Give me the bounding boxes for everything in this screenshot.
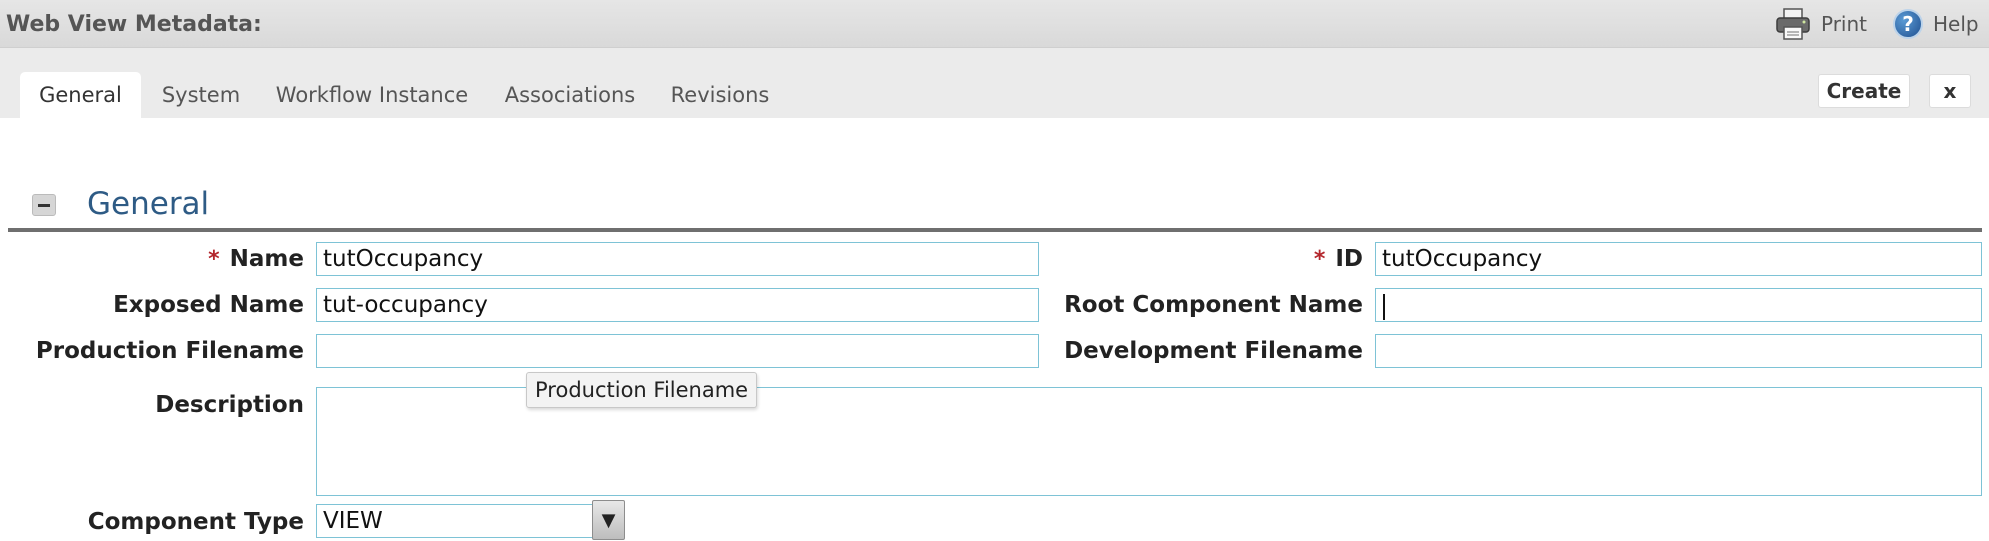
description-label: Description	[155, 392, 304, 418]
root-component-name-label: Root Component Name	[1064, 292, 1363, 318]
help-button[interactable]: ? Help	[1893, 6, 1979, 42]
triangle-down-icon: ▼	[601, 509, 616, 531]
section-title: General	[87, 186, 210, 222]
component-type-label: Component Type	[87, 509, 304, 535]
header-bar: Web View Metadata: Print ? Help	[0, 0, 1989, 48]
exposed-name-input[interactable]	[316, 288, 1039, 322]
id-input[interactable]	[1375, 242, 1982, 276]
root-component-name-input[interactable]	[1375, 288, 1982, 322]
component-type-dropdown-button[interactable]: ▼	[592, 500, 625, 540]
help-label: Help	[1933, 12, 1979, 36]
tab-associations[interactable]: Associations	[498, 72, 642, 118]
print-label: Print	[1821, 12, 1868, 36]
name-label: * Name	[208, 246, 304, 272]
section-collapse-toggle[interactable]	[32, 194, 56, 216]
component-type-select[interactable]: VIEW	[316, 504, 593, 538]
tab-revisions[interactable]: Revisions	[665, 72, 775, 118]
component-type-value: VIEW	[323, 508, 383, 534]
development-filename-label: Development Filename	[1064, 338, 1363, 364]
question-circle-icon: ?	[1893, 9, 1923, 39]
development-filename-input[interactable]	[1375, 334, 1982, 368]
production-filename-label: Production Filename	[35, 338, 304, 364]
id-label: * ID	[1313, 246, 1363, 272]
printer-icon	[1776, 8, 1810, 40]
web-view-metadata-page: Web View Metadata: Print ? Help General	[0, 0, 1989, 541]
create-button[interactable]: Create	[1818, 74, 1910, 108]
section-divider	[8, 228, 1982, 232]
minus-icon	[38, 203, 50, 207]
production-filename-input[interactable]	[316, 334, 1039, 368]
tab-system[interactable]: System	[152, 72, 250, 118]
page-title: Web View Metadata:	[6, 12, 262, 37]
exposed-name-label: Exposed Name	[113, 292, 304, 318]
tab-bar: General System Workflow Instance Associa…	[0, 48, 1989, 118]
tooltip: Production Filename	[526, 372, 758, 408]
tab-workflow-instance[interactable]: Workflow Instance	[272, 72, 472, 118]
close-button[interactable]: x	[1929, 74, 1971, 108]
required-marker: *	[1313, 247, 1326, 272]
text-caret	[1383, 294, 1385, 320]
print-button[interactable]: Print	[1775, 6, 1867, 42]
name-input[interactable]	[316, 242, 1039, 276]
tab-general[interactable]: General	[20, 72, 141, 118]
required-marker: *	[208, 247, 220, 272]
